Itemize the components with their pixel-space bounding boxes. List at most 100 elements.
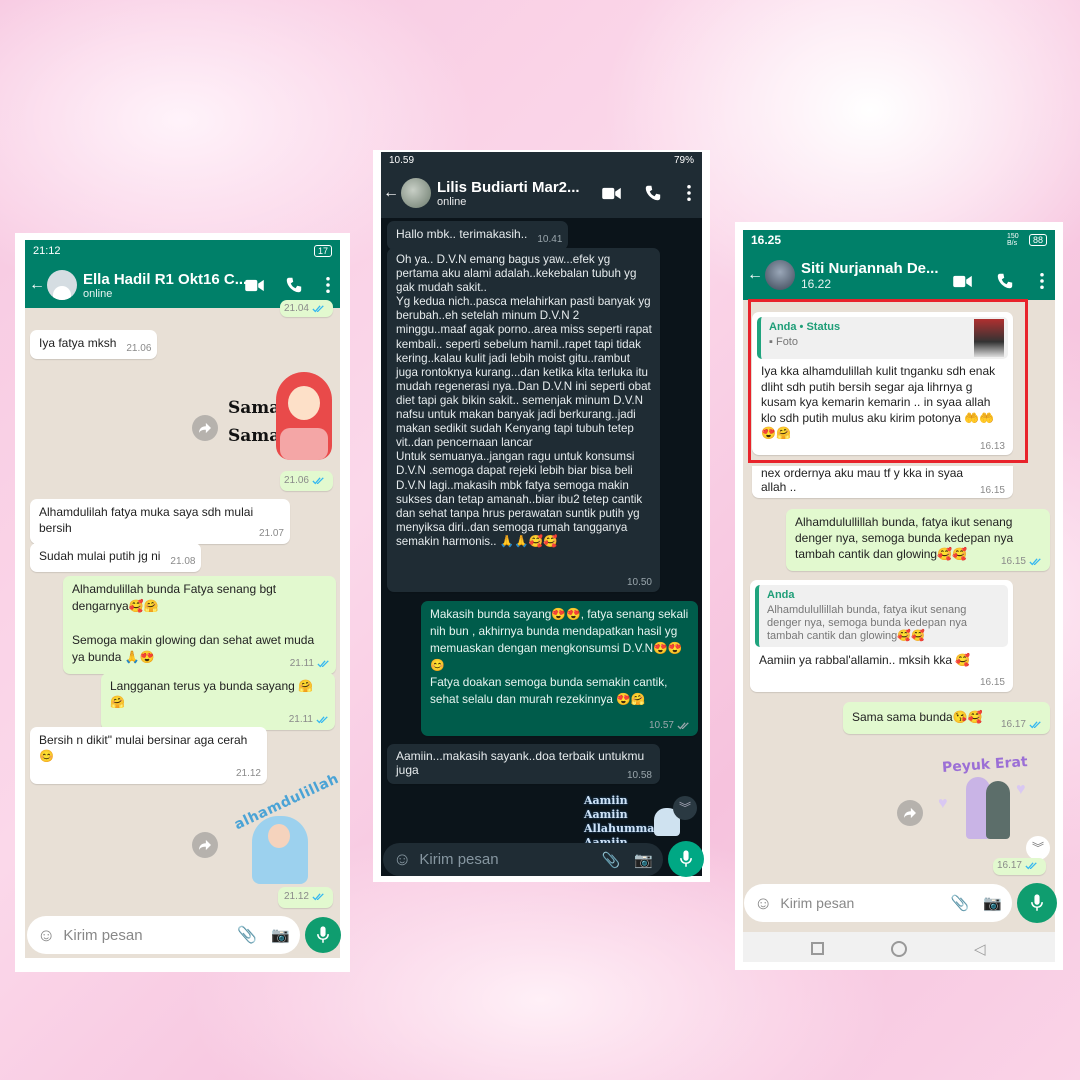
sticker-aamiin[interactable]: Aamiin Aamiin Allahumma Aamiin — [584, 794, 684, 849]
read-receipt-icon — [1029, 558, 1042, 566]
camera-icon[interactable]: 📷 — [983, 894, 1002, 912]
emoji-icon[interactable]: ☺ — [393, 849, 411, 870]
message-bubble[interactable]: 21.12 — [278, 887, 333, 908]
video-call-icon[interactable] — [953, 275, 972, 288]
voice-message-button[interactable] — [668, 841, 704, 877]
contact-name[interactable]: Lilis Budiarti Mar2... — [437, 179, 580, 196]
read-receipt-icon — [312, 477, 325, 485]
message-time: 10.57 — [648, 720, 674, 731]
message-text: Alhamdulillah bunda Fatya senang bgt den… — [72, 582, 315, 664]
sticker-peyuk-erat[interactable]: Peyuk Erat ♥ ♥ — [936, 754, 1046, 847]
message-input[interactable]: ☺ Kirim pesan 📎 📷 — [744, 884, 1012, 922]
message-bubble[interactable]: Sudah mulai putih jg ni 21.08 — [30, 543, 202, 572]
message-bubble[interactable]: Langganan terus ya bunda sayang 🤗🤗 21.11 — [101, 673, 335, 730]
voice-call-icon[interactable] — [645, 185, 661, 201]
back-button[interactable]: ◁ — [974, 940, 986, 958]
message-time: 21.11 — [288, 714, 313, 725]
back-arrow-icon[interactable]: ← — [29, 276, 45, 294]
more-options-icon[interactable] — [1040, 273, 1044, 289]
microphone-icon — [1031, 894, 1043, 912]
message-bubble[interactable]: Hallo mbk.. terimakasih.. 10.41 — [387, 221, 569, 250]
message-time: 16.15 — [1000, 556, 1026, 567]
status-time: 16.25 — [751, 233, 782, 247]
message-text: Hallo mbk.. terimakasih.. — [396, 227, 528, 241]
more-options-icon[interactable] — [326, 277, 330, 293]
sticker-alhamdulillah[interactable]: alhamdulillah — [226, 771, 341, 886]
attach-icon[interactable]: 📎 — [602, 851, 621, 869]
camera-icon[interactable]: 📷 — [271, 926, 290, 944]
contact-name[interactable]: Siti Nurjannah De... — [801, 260, 939, 277]
avatar[interactable] — [401, 178, 431, 208]
back-arrow-icon[interactable]: ← — [747, 266, 763, 284]
status-bar: 16.25 150 B/s 88 — [743, 230, 1055, 250]
message-bubble[interactable]: Iya fatya mksh 21.06 — [30, 330, 158, 359]
message-time: 21.06 — [283, 475, 309, 486]
home-button[interactable] — [891, 941, 907, 957]
message-input[interactable]: ☺ Kirim pesan 📎 📷 — [27, 916, 300, 954]
contact-name[interactable]: Ella Hadil R1 Okt16 C... — [83, 271, 247, 288]
message-input[interactable]: ☺ Kirim pesan 📎 📷 — [383, 843, 663, 876]
read-receipt-icon — [317, 660, 330, 668]
message-bubble[interactable]: 21.06 — [280, 471, 333, 491]
scroll-to-bottom-button[interactable]: ︾ — [1026, 836, 1050, 860]
camera-icon[interactable]: 📷 — [634, 851, 653, 869]
emoji-icon[interactable]: ☺ — [754, 893, 772, 914]
message-time: 16.17 — [996, 860, 1022, 871]
sticker-text: Aamiin Aamiin Allahumma Aamiin — [584, 794, 655, 849]
video-call-icon[interactable] — [245, 279, 264, 292]
voice-call-icon[interactable] — [286, 277, 302, 293]
message-bubble[interactable]: Alhamdulillah bunda Fatya senang bgt den… — [63, 576, 336, 674]
sticker-sama-sama[interactable]: Sama Sama — [226, 370, 336, 462]
attach-icon[interactable]: 📎 — [951, 894, 970, 912]
message-time: 21.08 — [170, 556, 196, 567]
forward-icon[interactable] — [897, 800, 923, 826]
message-bubble[interactable]: Anda Alhamdulullillah bunda, fatya ikut … — [750, 580, 1013, 692]
more-options-icon[interactable] — [687, 185, 691, 201]
battery-indicator: 88 — [1028, 234, 1047, 246]
message-time: 16.15 — [979, 677, 1005, 688]
message-text: Alhamdulilah fatya muka saya sdh mulai b… — [39, 505, 254, 535]
scroll-to-bottom-button[interactable]: ︾ — [673, 796, 697, 820]
emoji-icon[interactable]: ☺ — [37, 925, 55, 946]
network-speed: 150 B/s — [1006, 233, 1019, 247]
message-text: Iya fatya mksh — [39, 336, 117, 350]
forward-icon[interactable] — [192, 832, 218, 858]
hugging-girls-illustration — [986, 781, 1010, 839]
message-time: 16.15 — [979, 485, 1005, 496]
recent-apps-button[interactable] — [811, 942, 824, 955]
avatar[interactable] — [47, 270, 77, 300]
contact-presence: 16.22 — [801, 276, 832, 291]
sticker-text: Sama Sama — [228, 398, 281, 446]
back-arrow-icon[interactable]: ← — [383, 184, 399, 202]
voice-call-icon[interactable] — [997, 273, 1013, 289]
quoted-message[interactable]: Anda Alhamdulullillah bunda, fatya ikut … — [755, 585, 1008, 647]
message-bubble[interactable]: Alhamdulilah fatya muka saya sdh mulai b… — [30, 499, 290, 544]
message-bubble[interactable]: nex ordernya aku mau tf y kka in syaa al… — [752, 466, 1013, 498]
message-text: Aamiin...makasih sayank..doa terbaik unt… — [396, 749, 645, 777]
message-bubble[interactable]: 16.17 — [993, 858, 1046, 875]
read-receipt-icon — [312, 305, 325, 313]
message-bubble[interactable]: 21.04 — [280, 300, 333, 317]
message-text: Bersih n dikit" mulai bersinar aga cerah… — [39, 733, 248, 763]
message-text: Sudah mulai putih jg ni — [39, 549, 161, 563]
attach-icon[interactable]: 📎 — [237, 925, 257, 945]
message-bubble[interactable]: Bersih n dikit" mulai bersinar aga cerah… — [30, 727, 267, 784]
message-bubble[interactable]: Aamiin...makasih sayank..doa terbaik unt… — [387, 744, 660, 784]
message-time: 21.06 — [126, 343, 152, 354]
read-receipt-icon — [1025, 862, 1038, 870]
quote-text: Alhamdulullillah bunda, fatya ikut senan… — [767, 604, 967, 642]
forward-icon[interactable] — [192, 415, 218, 441]
heart-icon: ♥ — [938, 795, 948, 812]
message-bubble[interactable]: Alhamdulullillah bunda, fatya ikut senan… — [786, 509, 1050, 571]
message-text: Sama sama bunda😘🥰 — [852, 710, 983, 724]
message-time: 21.12 — [283, 891, 309, 902]
video-call-icon[interactable] — [602, 187, 621, 200]
message-bubble[interactable]: Makasih bunda sayang😍😍, fatya senang sek… — [421, 601, 698, 736]
avatar[interactable] — [765, 260, 795, 290]
message-bubble[interactable]: Sama sama bunda😘🥰 16.17 — [843, 702, 1050, 734]
voice-message-button[interactable] — [1017, 883, 1057, 923]
message-time: 16.17 — [1000, 719, 1026, 730]
message-bubble[interactable]: Oh ya.. D.V.N emang bagus yaw...efek yg … — [387, 248, 660, 592]
message-time: 10.50 — [626, 576, 652, 588]
voice-message-button[interactable] — [305, 917, 341, 953]
